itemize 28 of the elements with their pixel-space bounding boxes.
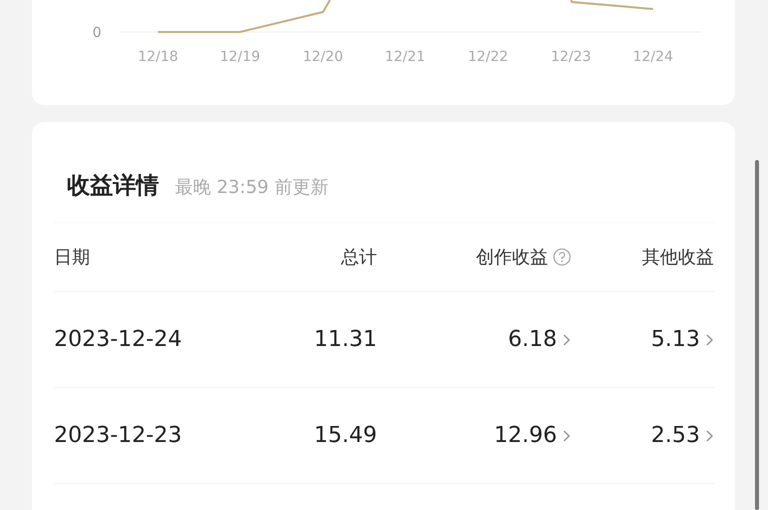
update-note: 最晚 23:59 前更新 <box>175 176 328 199</box>
axis-label: 0 <box>92 25 102 41</box>
axis-label: 12/19 <box>220 49 260 65</box>
axis-label: 12/18 <box>138 49 178 65</box>
chevron-icon <box>705 428 714 442</box>
axis-label: 12/23 <box>550 49 592 65</box>
total-cell: 15.49 <box>314 423 377 448</box>
column-header: 总计 <box>341 246 377 269</box>
axis-label: 12/22 <box>468 49 508 65</box>
axis-label: 12/20 <box>302 49 344 65</box>
chevron-icon <box>562 332 571 346</box>
date-cell: 2023-12-23 <box>54 423 182 448</box>
column-header: 创作收益 <box>476 246 548 269</box>
column-header: 其他收益 <box>642 246 714 269</box>
amount-link[interactable]: 2.53 <box>651 423 700 448</box>
column-header: 日期 <box>54 246 90 269</box>
amount-link[interactable]: 5.13 <box>651 327 700 352</box>
amount-link[interactable]: 12.96 <box>494 423 557 448</box>
section-title: 收益详情 <box>67 172 159 201</box>
axis-label: 12/21 <box>384 49 426 65</box>
total-cell: 11.31 <box>314 327 377 352</box>
chevron-icon <box>562 428 571 442</box>
scrollbar[interactable] <box>755 160 759 510</box>
date-cell: 2023-12-24 <box>54 327 182 352</box>
amount-link[interactable]: 6.18 <box>508 327 557 352</box>
chevron-icon <box>705 332 714 346</box>
help-icon[interactable] <box>553 248 571 266</box>
axis-label: 12/24 <box>632 49 674 65</box>
